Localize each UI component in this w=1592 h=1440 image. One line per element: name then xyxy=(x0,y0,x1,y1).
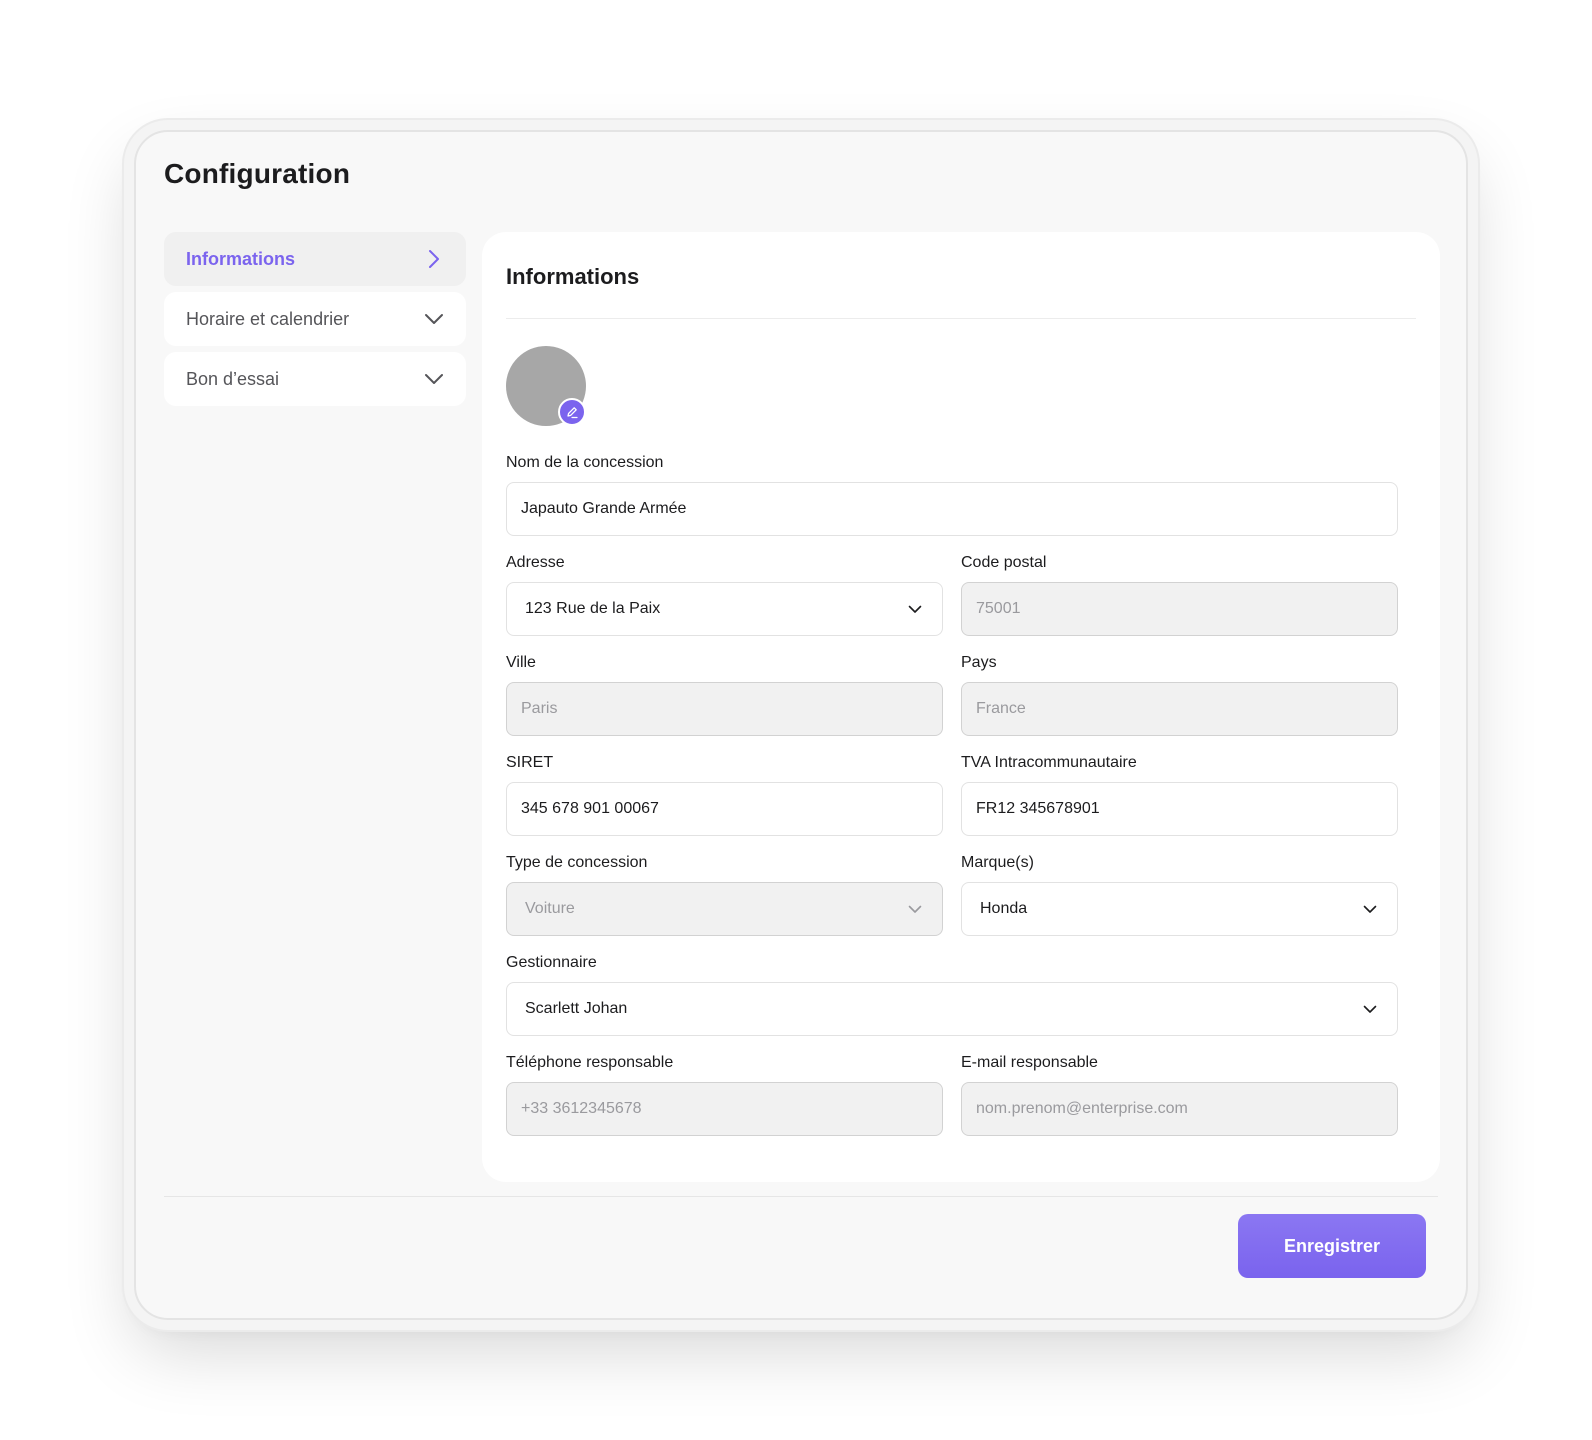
chevron-down-icon xyxy=(1361,900,1379,918)
sidebar-item-label: Informations xyxy=(186,248,296,269)
chevron-down-icon xyxy=(906,600,924,618)
adresse-select[interactable]: 123 Rue de la Paix xyxy=(506,582,943,636)
tva-input[interactable]: FR12 345678901 xyxy=(961,782,1398,836)
field-label: Pays xyxy=(961,654,997,671)
field-code-postal: Code postal 75001 xyxy=(961,552,1398,636)
field-label: E-mail responsable xyxy=(961,1054,1098,1071)
field-label: SIRET xyxy=(506,754,554,771)
field-label: Adresse xyxy=(506,554,565,571)
select-value: Scarlett Johan xyxy=(525,1000,628,1017)
field-label: Nom de la concession xyxy=(506,454,664,471)
input-value: 345 678 901 00067 xyxy=(521,800,659,817)
marques-select[interactable]: Honda xyxy=(961,882,1398,936)
email-input[interactable]: nom.prenom@enterprise.com xyxy=(961,1082,1398,1136)
input-placeholder: 75001 xyxy=(976,600,1021,617)
field-tva: TVA Intracommunautaire FR12 345678901 xyxy=(961,752,1398,836)
page-title: Configuration xyxy=(164,158,351,189)
field-label: Ville xyxy=(506,654,536,671)
field-gestionnaire: Gestionnaire Scarlett Johan xyxy=(506,952,1398,1036)
chevron-down-icon xyxy=(424,309,444,329)
type-concession-select[interactable]: Voiture xyxy=(506,882,943,936)
footer-divider xyxy=(164,1196,1438,1197)
input-value: Japauto Grande Armée xyxy=(521,500,687,517)
input-placeholder: nom.prenom@enterprise.com xyxy=(976,1100,1188,1117)
chevron-right-icon xyxy=(424,249,444,269)
select-value: 123 Rue de la Paix xyxy=(525,600,661,617)
sidebar-item-bon-essai[interactable]: Bon d’essai xyxy=(164,352,466,406)
field-label: Gestionnaire xyxy=(506,954,597,971)
field-label: TVA Intracommunautaire xyxy=(961,754,1137,771)
sidebar-item-informations[interactable]: Informations xyxy=(164,232,466,286)
chevron-down-icon xyxy=(906,900,924,918)
informations-panel: Informations Nom de la concession Japaut… xyxy=(482,232,1440,1182)
code-postal-input[interactable]: 75001 xyxy=(961,582,1398,636)
gestionnaire-select[interactable]: Scarlett Johan xyxy=(506,982,1398,1036)
select-placeholder: Voiture xyxy=(525,900,575,917)
field-label: Marque(s) xyxy=(961,854,1034,871)
siret-input[interactable]: 345 678 901 00067 xyxy=(506,782,943,836)
field-email: E-mail responsable nom.prenom@enterprise… xyxy=(961,1052,1398,1136)
sidebar-item-horaire[interactable]: Horaire et calendrier xyxy=(164,292,466,346)
field-label: Type de concession xyxy=(506,854,648,871)
ville-input[interactable]: Paris xyxy=(506,682,943,736)
chevron-down-icon xyxy=(424,369,444,389)
panel-title: Informations xyxy=(506,264,640,289)
input-placeholder: +33 3612345678 xyxy=(521,1100,642,1117)
field-marques: Marque(s) Honda xyxy=(961,852,1398,936)
configuration-window: Configuration Informations Horaire et ca… xyxy=(134,130,1468,1320)
divider xyxy=(506,318,1416,319)
pencil-icon xyxy=(565,405,579,419)
input-value: FR12 345678901 xyxy=(976,800,1100,817)
field-adresse: Adresse 123 Rue de la Paix xyxy=(506,552,943,636)
nom-concession-input[interactable]: Japauto Grande Armée xyxy=(506,482,1398,536)
telephone-input[interactable]: +33 3612345678 xyxy=(506,1082,943,1136)
input-placeholder: France xyxy=(976,700,1026,717)
sidebar-item-label: Bon d’essai xyxy=(186,368,280,389)
avatar-edit-button[interactable] xyxy=(558,398,586,426)
field-siret: SIRET 345 678 901 00067 xyxy=(506,752,943,836)
chevron-down-icon xyxy=(1361,1000,1379,1018)
input-placeholder: Paris xyxy=(521,700,558,717)
field-ville: Ville Paris xyxy=(506,652,943,736)
save-button[interactable]: Enregistrer xyxy=(1238,1214,1426,1278)
select-value: Honda xyxy=(980,900,1028,917)
field-label: Téléphone responsable xyxy=(506,1054,674,1071)
field-nom-concession: Nom de la concession Japauto Grande Armé… xyxy=(506,452,1398,536)
pays-input[interactable]: France xyxy=(961,682,1398,736)
sidebar-item-label: Horaire et calendrier xyxy=(186,308,350,329)
field-pays: Pays France xyxy=(961,652,1398,736)
sidebar: Informations Horaire et calendrier Bon d… xyxy=(164,232,466,412)
field-label: Code postal xyxy=(961,554,1047,571)
field-type-concession: Type de concession Voiture xyxy=(506,852,943,936)
field-telephone: Téléphone responsable +33 3612345678 xyxy=(506,1052,943,1136)
